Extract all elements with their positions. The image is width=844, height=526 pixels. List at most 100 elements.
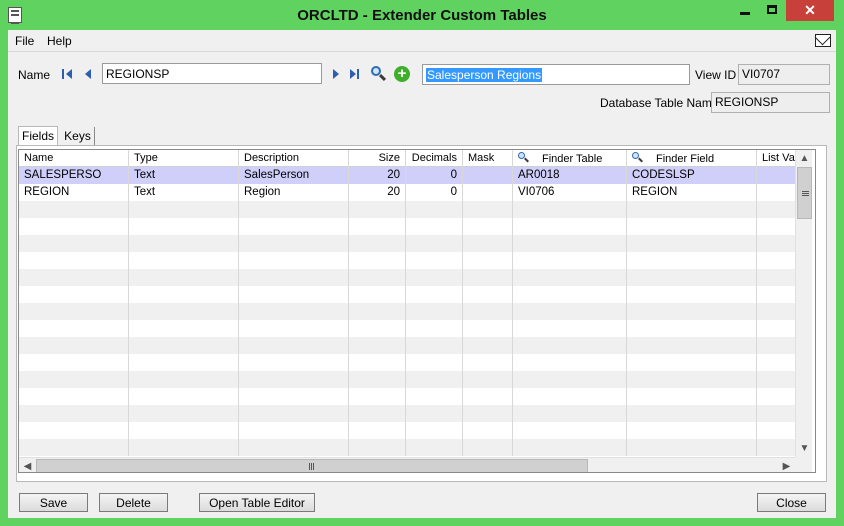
empty-grid-cell — [627, 371, 757, 388]
empty-grid-cell — [463, 252, 513, 269]
column-header-finder-field[interactable]: Finder Field — [627, 150, 757, 167]
vertical-scrollbar[interactable]: ▲ ▼ — [795, 150, 812, 457]
horizontal-scrollbar[interactable]: ◀ ▶ — [19, 457, 795, 472]
close-button[interactable]: Close — [757, 493, 826, 512]
empty-grid-cell — [239, 252, 349, 269]
close-window-button[interactable]: ✕ — [786, 0, 834, 21]
description-field[interactable]: Salesperson Regions — [422, 64, 690, 85]
empty-grid-cell — [349, 388, 406, 405]
empty-grid-cell — [513, 269, 627, 286]
empty-grid-cell — [406, 371, 463, 388]
empty-grid-cell — [406, 354, 463, 371]
empty-grid-cell — [513, 235, 627, 252]
empty-grid-cell — [19, 337, 129, 354]
empty-grid-cell — [757, 337, 795, 354]
empty-grid-cell — [349, 269, 406, 286]
first-record-button[interactable] — [61, 67, 75, 81]
empty-grid-cell — [129, 252, 239, 269]
empty-grid-cell — [627, 405, 757, 422]
table-row[interactable]: REGION Text Region 20 0 VI0706 REGION — [19, 184, 795, 201]
empty-grid-cell — [757, 218, 795, 235]
empty-grid-cell — [129, 320, 239, 337]
empty-grid-row — [19, 252, 795, 269]
empty-grid-cell — [129, 388, 239, 405]
menu-help[interactable]: Help — [47, 34, 72, 48]
empty-grid-cell — [406, 439, 463, 456]
empty-grid-cell — [757, 303, 795, 320]
name-field[interactable] — [102, 63, 322, 84]
view-id-field: VI0707 — [738, 64, 830, 85]
save-button[interactable]: Save — [19, 493, 88, 512]
empty-grid-row — [19, 269, 795, 286]
empty-grid-cell — [627, 439, 757, 456]
scroll-right-icon[interactable]: ▶ — [778, 458, 795, 472]
empty-grid-cell — [349, 405, 406, 422]
maximize-button[interactable] — [758, 0, 786, 21]
db-table-name-label: Database Table Name — [600, 96, 719, 110]
empty-grid-cell — [757, 422, 795, 439]
empty-grid-cell — [463, 337, 513, 354]
db-table-name-field: REGIONSP — [711, 92, 830, 113]
empty-grid-cell — [627, 218, 757, 235]
scroll-down-icon[interactable]: ▼ — [796, 440, 813, 457]
last-record-button[interactable] — [348, 67, 362, 81]
search-icon — [632, 152, 644, 164]
empty-grid-cell — [406, 235, 463, 252]
empty-grid-cell — [129, 422, 239, 439]
column-header-description[interactable]: Description — [239, 150, 349, 167]
empty-grid-cell — [627, 201, 757, 218]
empty-grid-cell — [513, 320, 627, 337]
empty-grid-cell — [757, 286, 795, 303]
menu-file[interactable]: File — [15, 34, 34, 48]
first-record-icon — [62, 69, 64, 79]
empty-grid-cell — [406, 320, 463, 337]
empty-grid-cell — [757, 439, 795, 456]
previous-record-icon — [85, 69, 91, 79]
empty-grid-cell — [129, 371, 239, 388]
table-row[interactable]: SALESPERSO Text SalesPerson 20 0 AR0018 … — [19, 167, 795, 184]
column-header-type[interactable]: Type — [129, 150, 239, 167]
column-header-finder-table[interactable]: Finder Table — [513, 150, 627, 167]
empty-grid-cell — [513, 337, 627, 354]
last-record-icon — [350, 69, 356, 79]
column-header-name[interactable]: Name — [19, 150, 129, 167]
empty-grid-cell — [129, 286, 239, 303]
empty-grid-cell — [757, 354, 795, 371]
fields-grid[interactable]: Name Type Description Size Decimals Mask… — [18, 149, 816, 473]
delete-button[interactable]: Delete — [99, 493, 168, 512]
empty-grid-cell — [627, 286, 757, 303]
scroll-left-icon[interactable]: ◀ — [19, 458, 36, 472]
open-table-editor-button[interactable]: Open Table Editor — [199, 493, 315, 512]
column-header-size[interactable]: Size — [349, 150, 406, 167]
search-icon[interactable] — [371, 66, 387, 82]
empty-grid-cell — [239, 405, 349, 422]
empty-grid-cell — [513, 371, 627, 388]
empty-grid-cell — [513, 201, 627, 218]
column-header-mask[interactable]: Mask — [463, 150, 513, 167]
tab-fields[interactable]: Fields — [18, 126, 58, 146]
tab-keys[interactable]: Keys — [61, 127, 95, 145]
empty-grid-cell — [19, 286, 129, 303]
empty-grid-row — [19, 354, 795, 371]
mail-icon[interactable] — [815, 34, 831, 47]
empty-grid-cell — [406, 388, 463, 405]
vertical-scroll-thumb[interactable] — [797, 167, 812, 219]
view-id-label: View ID — [695, 68, 737, 82]
title-bar: ORCLTD - Extender Custom Tables ✕ — [0, 0, 844, 30]
next-record-button[interactable] — [329, 67, 343, 81]
minimize-button[interactable] — [731, 0, 759, 21]
column-header-decimals[interactable]: Decimals — [406, 150, 463, 167]
empty-grid-cell — [239, 235, 349, 252]
minimize-icon — [740, 12, 750, 15]
column-header-list-values[interactable]: List Va — [757, 150, 795, 167]
name-label: Name — [18, 68, 51, 82]
add-icon[interactable]: + — [394, 66, 410, 82]
empty-grid-cell — [19, 388, 129, 405]
empty-grid-cell — [239, 201, 349, 218]
empty-grid-cell — [19, 422, 129, 439]
empty-grid-cell — [129, 269, 239, 286]
empty-grid-cell — [463, 354, 513, 371]
scroll-up-icon[interactable]: ▲ — [796, 150, 813, 167]
previous-record-button[interactable] — [82, 67, 96, 81]
horizontal-scroll-thumb[interactable] — [36, 459, 588, 472]
